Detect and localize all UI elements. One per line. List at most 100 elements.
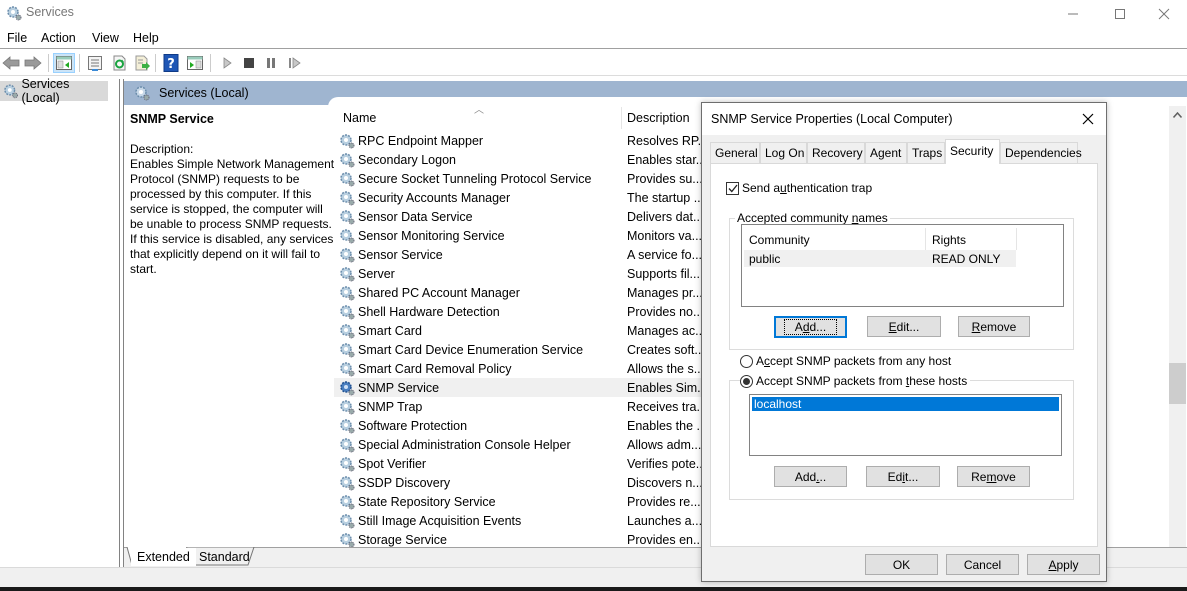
- radio-circle[interactable]: [740, 354, 753, 368]
- tab-extended[interactable]: Extended: [131, 548, 196, 566]
- service-description: Manages ac...: [627, 323, 705, 338]
- service-name: Still Image Acquisition Events: [358, 513, 522, 528]
- service-row[interactable]: SNMP Service Enables Sim...: [334, 378, 705, 397]
- vertical-scrollbar[interactable]: [1169, 106, 1186, 570]
- service-row[interactable]: Sensor Monitoring Service Monitors va...: [334, 226, 704, 245]
- column-header-rights[interactable]: Rights: [927, 228, 1017, 250]
- accept-these-hosts-radio[interactable]: Accept SNMP packets from these hosts: [740, 374, 971, 388]
- tab-traps[interactable]: Traps: [907, 142, 945, 163]
- column-separator[interactable]: [925, 228, 926, 250]
- maximize-button[interactable]: [1097, 0, 1143, 27]
- tab-agent[interactable]: Agent: [865, 142, 907, 163]
- service-row[interactable]: RPC Endpoint Mapper Resolves RP...: [334, 131, 705, 150]
- tab-dependencies[interactable]: Dependencies: [1000, 142, 1082, 163]
- svg-text:?: ?: [167, 57, 175, 72]
- service-gear-icon: [340, 380, 355, 395]
- scroll-thumb[interactable]: [1169, 363, 1186, 404]
- community-edit-button[interactable]: Edit...: [867, 316, 941, 337]
- community-rights: READ ONLY: [932, 252, 1001, 266]
- service-row[interactable]: Still Image Acquisition Events Launches a…: [334, 511, 704, 530]
- service-row[interactable]: Special Administration Console Helper All…: [334, 435, 704, 454]
- menu-action[interactable]: Action: [41, 31, 76, 45]
- refresh-button[interactable]: [108, 53, 130, 73]
- service-row[interactable]: Spot Verifier Verifies pote...: [334, 454, 705, 473]
- service-description: Provides no...: [627, 304, 704, 319]
- column-separator[interactable]: [1016, 228, 1017, 250]
- service-row[interactable]: State Repository Service Provides re...: [334, 492, 704, 511]
- checkbox-box[interactable]: [726, 181, 739, 195]
- start-service-button[interactable]: [216, 53, 238, 73]
- tab-recovery[interactable]: Recovery: [807, 142, 865, 163]
- service-name: Storage Service: [358, 532, 447, 547]
- show-action-pane-button[interactable]: [184, 53, 206, 73]
- community-list[interactable]: Community Rights public READ ONLY: [741, 224, 1064, 307]
- tab-general[interactable]: General: [710, 142, 760, 163]
- apply-button[interactable]: Apply: [1027, 554, 1100, 575]
- service-row[interactable]: Smart Card Removal Policy Allows the s...: [334, 359, 704, 378]
- refresh-icon: [113, 55, 126, 71]
- service-row[interactable]: Shared PC Account Manager Manages pr...: [334, 283, 704, 302]
- back-button[interactable]: [0, 53, 22, 73]
- service-row[interactable]: Security Accounts Manager The startup ...: [334, 188, 704, 207]
- ok-button[interactable]: OK: [865, 554, 938, 575]
- host-add-button[interactable]: Add...: [774, 466, 847, 487]
- send-auth-trap-checkbox[interactable]: Send authentication trap: [726, 181, 872, 195]
- close-button[interactable]: [1141, 0, 1187, 27]
- column-header-name[interactable]: Name: [343, 111, 376, 131]
- service-row[interactable]: Sensor Service A service fo...: [334, 245, 704, 264]
- service-name: Smart Card: [358, 323, 422, 338]
- resume-service-button[interactable]: [283, 53, 305, 73]
- minimize-icon: [1068, 13, 1078, 14]
- pause-service-button[interactable]: [260, 53, 282, 73]
- host-edit-button[interactable]: Ed i t...: [866, 466, 940, 487]
- service-description: Receives tra...: [627, 399, 705, 414]
- scroll-up-button[interactable]: [1169, 106, 1186, 123]
- hosts-list[interactable]: localhost: [749, 394, 1062, 456]
- radio-circle[interactable]: [740, 374, 753, 388]
- community-add-button[interactable]: Add...: [774, 316, 847, 338]
- tab-security[interactable]: Security: [945, 139, 1000, 164]
- service-row[interactable]: Sensor Data Service Delivers dat...: [334, 207, 704, 226]
- properties-button[interactable]: [84, 53, 106, 73]
- column-separator[interactable]: [621, 107, 622, 129]
- accept-any-host-radio[interactable]: Accept SNMP packets from any host: [740, 354, 955, 368]
- menu-view[interactable]: View: [92, 31, 119, 45]
- services-gear-icon: [7, 6, 22, 21]
- tree-item-services-local[interactable]: Services (Local): [0, 77, 108, 105]
- column-header-community[interactable]: Community: [744, 228, 924, 250]
- service-gear-icon: [340, 190, 355, 205]
- menu-help[interactable]: Help: [133, 31, 159, 45]
- tab-log-on[interactable]: Log On: [760, 142, 807, 163]
- service-description: Provides su...: [627, 171, 703, 186]
- host-remove-button[interactable]: Re m ove: [957, 466, 1030, 487]
- cancel-button[interactable]: Cancel: [946, 554, 1019, 575]
- service-gear-icon: [340, 152, 355, 167]
- pause-icon: [267, 58, 275, 68]
- forward-button[interactable]: [22, 53, 44, 73]
- minimize-button[interactable]: [1050, 0, 1096, 27]
- service-row[interactable]: Smart Card Manages ac...: [334, 321, 705, 340]
- service-gear-icon: [340, 323, 355, 338]
- service-row[interactable]: Shell Hardware Detection Provides no...: [334, 302, 704, 321]
- service-gear-icon: [340, 513, 355, 528]
- tab-standard[interactable]: Standard: [193, 548, 256, 566]
- service-row[interactable]: Secure Socket Tunneling Protocol Service…: [334, 169, 704, 188]
- column-header-description[interactable]: Description: [627, 111, 690, 131]
- menu-file[interactable]: File: [7, 31, 27, 45]
- service-row[interactable]: Smart Card Device Enumeration Service Cre…: [334, 340, 705, 359]
- service-row[interactable]: SSDP Discovery Discovers n...: [334, 473, 704, 492]
- host-item-selected[interactable]: localhost: [752, 397, 1059, 411]
- export-list-button[interactable]: [131, 53, 153, 73]
- help-button[interactable]: ?: [160, 53, 182, 73]
- toolbar-separator: [48, 54, 49, 72]
- service-row[interactable]: SNMP Trap Receives tra...: [334, 397, 705, 416]
- properties-icon: [88, 56, 102, 71]
- dialog-close-button[interactable]: [1076, 107, 1100, 131]
- service-row[interactable]: Server Supports fil...: [334, 264, 704, 283]
- stop-service-button[interactable]: [238, 53, 260, 73]
- service-row[interactable]: Software Protection Enables the ...: [334, 416, 705, 435]
- community-row[interactable]: public READ ONLY: [744, 250, 1016, 267]
- community-remove-button[interactable]: Remove: [958, 316, 1030, 337]
- show-hide-console-tree-button[interactable]: [53, 53, 75, 73]
- service-row[interactable]: Secondary Logon Enables star...: [334, 150, 705, 169]
